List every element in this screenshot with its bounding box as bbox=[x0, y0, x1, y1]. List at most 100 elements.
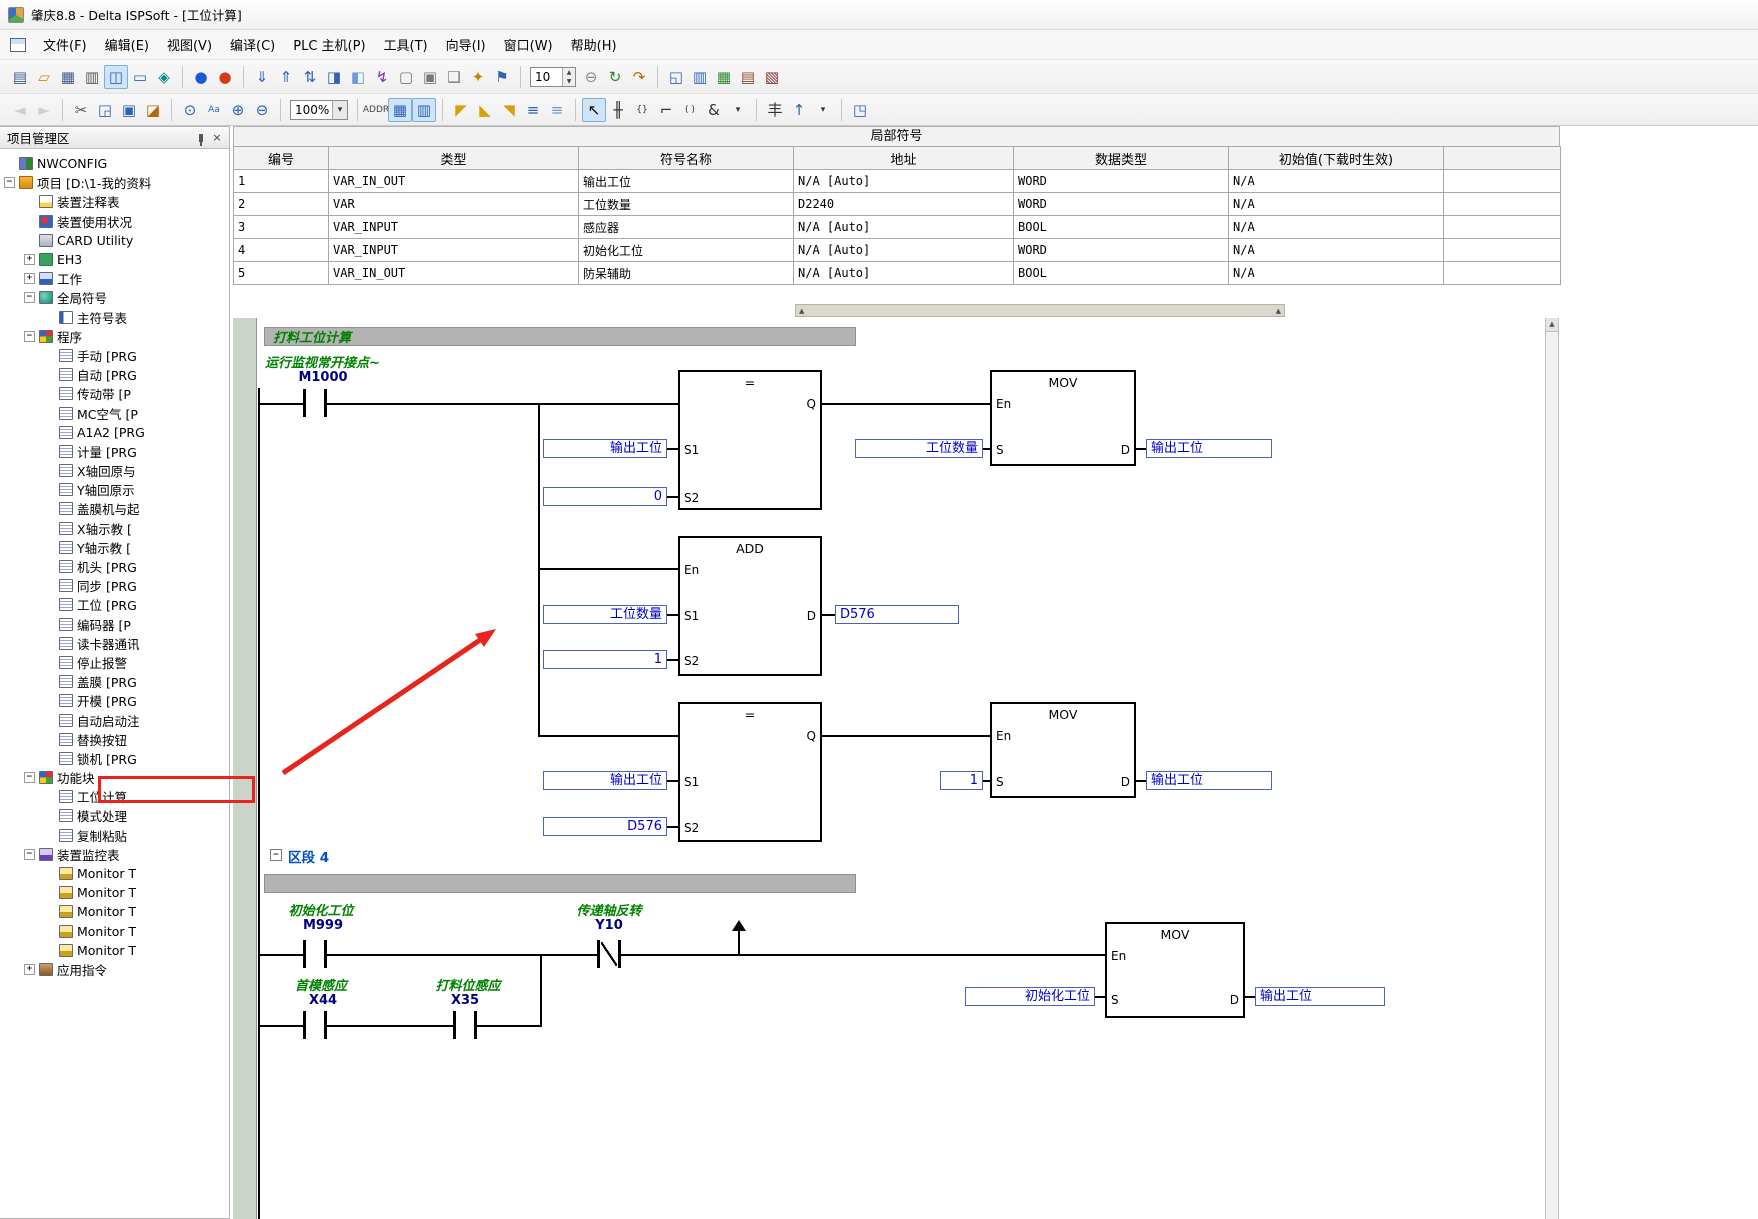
tree-item-prg-y-home[interactable]: Y轴回原示 bbox=[0, 480, 229, 499]
tree-item-prg-x-home[interactable]: X轴回原与 bbox=[0, 461, 229, 480]
operand-mov2-s[interactable]: 1 bbox=[940, 771, 983, 790]
column-header[interactable]: 数据类型 bbox=[1014, 147, 1229, 170]
operand-eq1-s1[interactable]: 输出工位 bbox=[543, 439, 667, 458]
column-header[interactable]: 初始值(下载时生效) bbox=[1229, 147, 1444, 170]
contact-no-icon[interactable]: ╫ bbox=[606, 98, 630, 122]
new-file-icon[interactable]: ▤ bbox=[8, 65, 32, 89]
mdi-document-icon[interactable] bbox=[10, 38, 26, 52]
segment-header-bar-2[interactable] bbox=[264, 874, 856, 893]
comment-edit-icon[interactable]: ⌐ bbox=[654, 98, 678, 122]
table-splitter-scrollbar[interactable]: ▲ ▲ bbox=[795, 304, 1285, 317]
save-icon[interactable]: ▦ bbox=[56, 65, 80, 89]
upload-program-icon[interactable]: ⇑ bbox=[274, 65, 298, 89]
instruction-edit-icon[interactable]: ≡ bbox=[545, 98, 569, 122]
compare-block-icon[interactable]: 丰 bbox=[763, 98, 787, 122]
tree-item-prg-y-teach[interactable]: Y轴示教 [ bbox=[0, 538, 229, 557]
select-cursor-icon[interactable]: ↖ bbox=[582, 98, 606, 122]
io-view-icon[interactable]: ◳ bbox=[848, 98, 872, 122]
tree-item-card-utility[interactable]: CARD Utility bbox=[0, 231, 229, 250]
tree-item-prg-encoder[interactable]: 编码器 [P bbox=[0, 615, 229, 634]
paste-icon[interactable]: ▣ bbox=[117, 98, 141, 122]
tree-item-nwconfig[interactable]: NWCONFIG bbox=[0, 154, 229, 173]
menu-help[interactable]: 帮助(H) bbox=[562, 31, 626, 58]
eraser-icon[interactable]: ◪ bbox=[141, 98, 165, 122]
add-block[interactable]: ADD En S1 S2 D bbox=[678, 536, 822, 676]
zoom-out-icon[interactable]: ⊖ bbox=[250, 98, 274, 122]
tree-item-device-comment-table[interactable]: 装置注释表 bbox=[0, 192, 229, 211]
column-header[interactable]: 符号名称 bbox=[579, 147, 794, 170]
tree-item-prg-film-machine[interactable]: 盖膜机与起 bbox=[0, 499, 229, 518]
menu-tools[interactable]: 工具(T) bbox=[375, 31, 437, 58]
find-replace-icon[interactable]: Aa bbox=[202, 98, 226, 122]
stop-icon[interactable]: ● bbox=[213, 65, 237, 89]
refresh-icon[interactable]: ↻ bbox=[603, 65, 627, 89]
compare-block-eq2[interactable]: = Q S1 S2 bbox=[678, 702, 822, 842]
contact-x35[interactable] bbox=[453, 1011, 477, 1039]
tree-item-monitor-4[interactable]: Monitor T bbox=[0, 922, 229, 941]
tree-item-main-symbol-table[interactable]: 主符号表 bbox=[0, 308, 229, 327]
menu-file[interactable]: 文件(F) bbox=[34, 31, 96, 58]
tree-item-prg-auto-start[interactable]: 自动启动注 bbox=[0, 710, 229, 729]
operand-mov3-d[interactable]: 输出工位 bbox=[1255, 987, 1385, 1006]
tree-expander-icon[interactable]: − bbox=[24, 772, 35, 783]
ladder-editor[interactable]: 打料工位计算 运行监视常开接点~ M1000 = Q S1 S2 输出工位 0 … bbox=[233, 318, 1758, 1219]
symbol-row[interactable]: 1VAR_IN_OUT输出工位N/A [Auto]WORDN/A bbox=[234, 170, 1561, 193]
tree-item-eh3[interactable]: +EH3 bbox=[0, 250, 229, 269]
close-panel-button[interactable]: × bbox=[209, 130, 225, 146]
operand-add-d[interactable]: D576 bbox=[835, 605, 959, 624]
symbol-row[interactable]: 4VAR_INPUT初始化工位N/A [Auto]WORDN/A bbox=[234, 239, 1561, 262]
online-monitor-icon[interactable]: ⇅ bbox=[298, 65, 322, 89]
reset-icon[interactable]: ↷ bbox=[627, 65, 651, 89]
section-collapse-button[interactable]: − bbox=[270, 849, 282, 861]
tree-item-prg-metering[interactable]: 计量 [PRG bbox=[0, 442, 229, 461]
menu-edit[interactable]: 编辑(E) bbox=[96, 31, 158, 58]
symbol-row[interactable]: 2VAR工位数量D2240WORDN/A bbox=[234, 193, 1561, 216]
tree-item-prg-mc-air[interactable]: MC空气 [P bbox=[0, 403, 229, 422]
spin-up-icon[interactable]: ▲ bbox=[563, 68, 575, 77]
zoom-in-icon[interactable]: ⊕ bbox=[226, 98, 250, 122]
splitter-up-icon[interactable]: ▲ bbox=[1276, 307, 1281, 315]
tree-expander-icon[interactable]: − bbox=[4, 177, 15, 188]
operand-mov1-d[interactable]: 输出工位 bbox=[1146, 439, 1272, 458]
tree-item-prg-sync[interactable]: 同步 [PRG bbox=[0, 576, 229, 595]
instruction-list-icon[interactable]: ≡ bbox=[521, 98, 545, 122]
back-icon[interactable]: ◄ bbox=[8, 98, 32, 122]
insert-network-above-icon[interactable]: ◤ bbox=[449, 98, 473, 122]
mov-block-2[interactable]: MOV En S D bbox=[990, 702, 1136, 798]
tree-expander-icon[interactable]: + bbox=[24, 254, 35, 265]
segment-header-bar[interactable]: 打料工位计算 bbox=[264, 327, 856, 346]
operand-eq1-s2[interactable]: 0 bbox=[543, 487, 667, 506]
tree-item-applied-instructions[interactable]: +应用指令 bbox=[0, 960, 229, 979]
operand-add-s1[interactable]: 工位数量 bbox=[543, 605, 667, 624]
menu-wizard[interactable]: 向导(I) bbox=[437, 31, 495, 58]
tree-item-prg-card-reader[interactable]: 读卡器通讯 bbox=[0, 634, 229, 653]
contact-x44[interactable] bbox=[303, 1011, 327, 1039]
tree-item-prg-conveyor[interactable]: 传动带 [P bbox=[0, 384, 229, 403]
menu-window[interactable]: 窗口(W) bbox=[495, 31, 562, 58]
print-icon[interactable]: ▥ bbox=[80, 65, 104, 89]
window-split-icon[interactable]: ◫ bbox=[104, 65, 128, 89]
coil-icon[interactable]: ( ) bbox=[678, 98, 702, 122]
station-icon[interactable]: ⚑ bbox=[490, 65, 514, 89]
symbol-row[interactable]: 5VAR_IN_OUT防呆辅助N/A [Auto]BOOLN/A bbox=[234, 262, 1561, 285]
tree-item-fb-copy-paste[interactable]: 复制粘贴 bbox=[0, 826, 229, 845]
device-comment-icon[interactable]: ▢ bbox=[394, 65, 418, 89]
tree-item-monitor-1[interactable]: Monitor T bbox=[0, 864, 229, 883]
tree-item-prg-x-teach[interactable]: X轴示教 [ bbox=[0, 519, 229, 538]
operand-eq2-s2[interactable]: D576 bbox=[543, 817, 667, 836]
column-header[interactable]: 编号 bbox=[234, 147, 329, 170]
screen-view-icon[interactable]: ▣ bbox=[418, 65, 442, 89]
contact-m1000[interactable] bbox=[303, 389, 327, 417]
table-view-icon[interactable]: ▦ bbox=[388, 98, 412, 122]
and-block-icon[interactable]: & bbox=[702, 98, 726, 122]
split-table-icon[interactable]: ▥ bbox=[412, 98, 436, 122]
tree-item-prg-head[interactable]: 机头 [PRG bbox=[0, 557, 229, 576]
operand-mov1-s[interactable]: 工位数量 bbox=[855, 439, 983, 458]
tree-expander-icon[interactable]: − bbox=[24, 292, 35, 303]
contact-nc-y10[interactable] bbox=[597, 940, 621, 968]
tree-expander-icon[interactable]: + bbox=[24, 273, 35, 284]
tree-expander-icon[interactable]: + bbox=[24, 964, 35, 975]
tree-item-monitor-3[interactable]: Monitor T bbox=[0, 902, 229, 921]
cut-icon[interactable]: ✂ bbox=[69, 98, 93, 122]
tree-item-prg-a1a2[interactable]: A1A2 [PRG bbox=[0, 423, 229, 442]
